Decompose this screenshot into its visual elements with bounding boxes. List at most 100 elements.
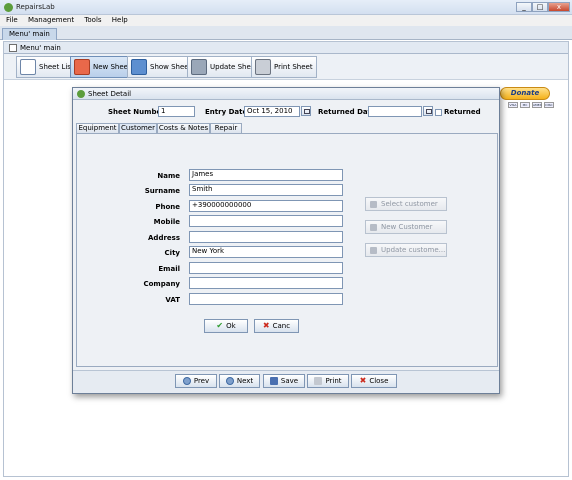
prev-button[interactable]: Prev (175, 374, 217, 388)
show-sheet-icon (131, 59, 147, 75)
window-titlebar: RepairsLab _ □ x (0, 0, 572, 15)
dialog-icon (77, 90, 85, 98)
sheet-number-field[interactable]: 1 (158, 106, 195, 117)
returned-checkbox[interactable] (435, 109, 442, 116)
update-customer-icon (370, 246, 377, 254)
close-label: Close (369, 377, 389, 385)
city-label: City (164, 249, 180, 257)
sheet-number-label: Sheet Number: (108, 108, 168, 116)
tab-repair[interactable]: Repair (210, 123, 242, 133)
save-label: Save (280, 377, 299, 385)
payment-cards: VISA MC AMEX DISC (508, 102, 554, 108)
new-customer-icon (370, 223, 377, 231)
phone-label: Phone (155, 203, 180, 211)
subwindow-icon (9, 44, 17, 52)
dialog-titlebar: Sheet Detail (73, 88, 499, 100)
visa-icon: VISA (508, 102, 518, 108)
next-button[interactable]: Next (219, 374, 260, 388)
donate-button[interactable]: Donate (500, 87, 550, 100)
amex-icon: AMEX (532, 102, 542, 108)
print-button[interactable]: Print (307, 374, 349, 388)
returned-date-label: Returned Data: (318, 108, 379, 116)
subwindow-title: Menu' main (20, 44, 61, 52)
phone-field[interactable]: +390000000000 (189, 200, 343, 212)
name-label: Name (157, 172, 180, 180)
app-icon (4, 3, 13, 12)
minimize-button[interactable]: _ (516, 2, 532, 12)
vat-field[interactable] (189, 293, 343, 305)
show-sheet-button[interactable]: Show Sheet (127, 56, 196, 78)
main-tabstrip: Menu' main (0, 26, 572, 40)
returned-date-field[interactable] (368, 106, 422, 117)
print-sheet-button[interactable]: Print Sheet (251, 56, 317, 78)
discover-icon: DISC (544, 102, 554, 108)
window-title: RepairsLab (16, 3, 55, 11)
sheet-list-button[interactable]: Sheet List (16, 56, 78, 78)
list-icon (20, 59, 36, 75)
cancel-label: Canc (272, 322, 291, 330)
checkmark-icon: ✔ (216, 321, 224, 330)
tab-equipment[interactable]: Equipment (76, 123, 119, 133)
mobile-label: Mobile (153, 218, 180, 226)
mastercard-icon: MC (520, 102, 530, 108)
maximize-button[interactable]: □ (532, 2, 548, 12)
vat-label: VAT (165, 296, 180, 304)
menu-help[interactable]: Help (112, 15, 128, 26)
update-customer-button[interactable]: Update custome... (365, 243, 447, 257)
cancel-x-icon: ✖ (262, 321, 270, 330)
menu-tools[interactable]: Tools (84, 15, 101, 26)
print-sheet-label: Print Sheet (274, 63, 313, 71)
new-sheet-label: New Sheet (93, 63, 131, 71)
email-label: Email (158, 265, 180, 273)
tab-menu-main[interactable]: Menu' main (2, 28, 57, 40)
close-window-button[interactable]: x (548, 2, 570, 12)
show-sheet-label: Show Sheet (150, 63, 192, 71)
save-button[interactable]: Save (263, 374, 305, 388)
menu-file[interactable]: File (6, 15, 18, 26)
next-label: Next (236, 377, 254, 385)
menu-management[interactable]: Management (28, 15, 74, 26)
entry-date-field[interactable]: Oct 15, 2010 (244, 106, 300, 117)
print-label: Print (325, 377, 342, 385)
update-customer-label: Update custome... (381, 246, 446, 254)
company-field[interactable] (189, 277, 343, 289)
surname-field[interactable]: Smith (189, 184, 343, 196)
mobile-field[interactable] (189, 215, 343, 227)
next-arrow-icon (225, 377, 234, 385)
new-sheet-icon (74, 59, 90, 75)
email-field[interactable] (189, 262, 343, 274)
floppy-disk-icon (269, 377, 278, 385)
update-sheet-icon (191, 59, 207, 75)
tab-customer[interactable]: Customer (119, 123, 157, 133)
address-label: Address (148, 234, 180, 242)
entry-date-label: Entry Date: (205, 108, 250, 116)
select-customer-button[interactable]: Select customer (365, 197, 447, 211)
sheet-list-label: Sheet List (39, 63, 74, 71)
city-field[interactable]: New York (189, 246, 343, 258)
new-sheet-button[interactable]: New Sheet (70, 56, 135, 78)
dialog-title: Sheet Detail (88, 90, 132, 98)
select-customer-label: Select customer (381, 200, 438, 208)
returned-date-calendar-button[interactable] (423, 106, 433, 116)
ok-label: Ok (226, 322, 236, 330)
surname-label: Surname (144, 187, 180, 195)
printer-icon (314, 377, 323, 385)
printer-icon (255, 59, 271, 75)
cancel-button[interactable]: ✖ Canc (254, 319, 299, 333)
company-label: Company (143, 280, 180, 288)
toolbar: Sheet List New Sheet Show Sheet Update S… (4, 54, 568, 80)
returned-label: Returned (444, 108, 481, 116)
ok-button[interactable]: ✔ Ok (204, 319, 248, 333)
prev-label: Prev (193, 377, 210, 385)
prev-arrow-icon (182, 377, 191, 385)
select-customer-icon (370, 200, 377, 208)
name-field[interactable]: James (189, 169, 343, 181)
close-x-icon: ✖ (359, 376, 367, 385)
tab-costs-notes[interactable]: Costs & Notes (157, 123, 210, 133)
new-customer-button[interactable]: New Customer (365, 220, 447, 234)
new-customer-label: New Customer (381, 223, 433, 231)
entry-date-calendar-button[interactable] (301, 106, 311, 116)
subwindow-titlebar: Menu' main (4, 42, 568, 54)
close-button[interactable]: ✖ Close (351, 374, 397, 388)
address-field[interactable] (189, 231, 343, 243)
